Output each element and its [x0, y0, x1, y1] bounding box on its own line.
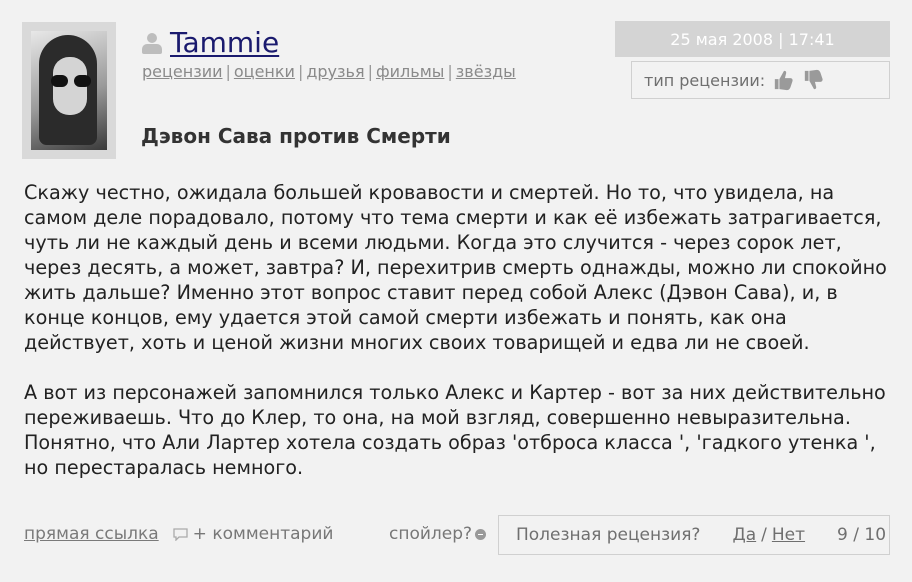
- review-type-box: тип рецензии:: [631, 61, 890, 99]
- review-body: Скажу честно, ожидала большей кровавости…: [24, 180, 894, 505]
- user-link-reviews[interactable]: рецензии: [142, 62, 223, 81]
- user-link-films[interactable]: фильмы: [376, 62, 444, 81]
- thumbs-down-icon: [804, 69, 823, 90]
- review-paragraph: А вот из персонажей запомнился только Ал…: [24, 381, 886, 479]
- username-link[interactable]: Tammie: [170, 26, 279, 59]
- review-footer-links: прямая ссылка + комментарий: [24, 524, 333, 544]
- review-title: Дэвон Сава против Смерти: [141, 124, 451, 148]
- usefulness-score: 9 / 10: [837, 525, 887, 545]
- useful-question: Полезная рецензия?: [516, 525, 701, 545]
- vote-yes-link[interactable]: Да: [732, 525, 756, 545]
- user-link-stars[interactable]: звёзды: [456, 62, 516, 81]
- review-date: 25 мая 2008 | 17:41: [615, 21, 890, 57]
- thumbs-up-icon: [774, 70, 793, 91]
- permalink-link[interactable]: прямая ссылка: [24, 524, 159, 544]
- user-link-ratings[interactable]: оценки: [234, 62, 295, 81]
- user-link-friends[interactable]: друзья: [306, 62, 364, 81]
- spoiler-toggle[interactable]: спойлер?: [389, 524, 487, 544]
- review-type-label: тип рецензии:: [644, 70, 766, 90]
- user-header: Tammie: [141, 26, 279, 59]
- minus-icon: [475, 528, 487, 540]
- comment-bubble-icon: [173, 527, 188, 541]
- review-paragraph: Скажу честно, ожидала большей кровавости…: [24, 181, 887, 354]
- avatar[interactable]: [22, 22, 116, 159]
- vote-no-link[interactable]: Нет: [772, 525, 805, 545]
- spoiler-label: спойлер?: [389, 524, 473, 544]
- add-comment-link[interactable]: + комментарий: [193, 524, 334, 544]
- user-links: рецензии | оценки | друзья | фильмы | звёзды: [142, 62, 516, 81]
- user-icon: [141, 32, 163, 57]
- useful-review-box: Полезная рецензия? Да / Нет 9 / 10: [498, 515, 890, 555]
- avatar-image: [31, 31, 107, 150]
